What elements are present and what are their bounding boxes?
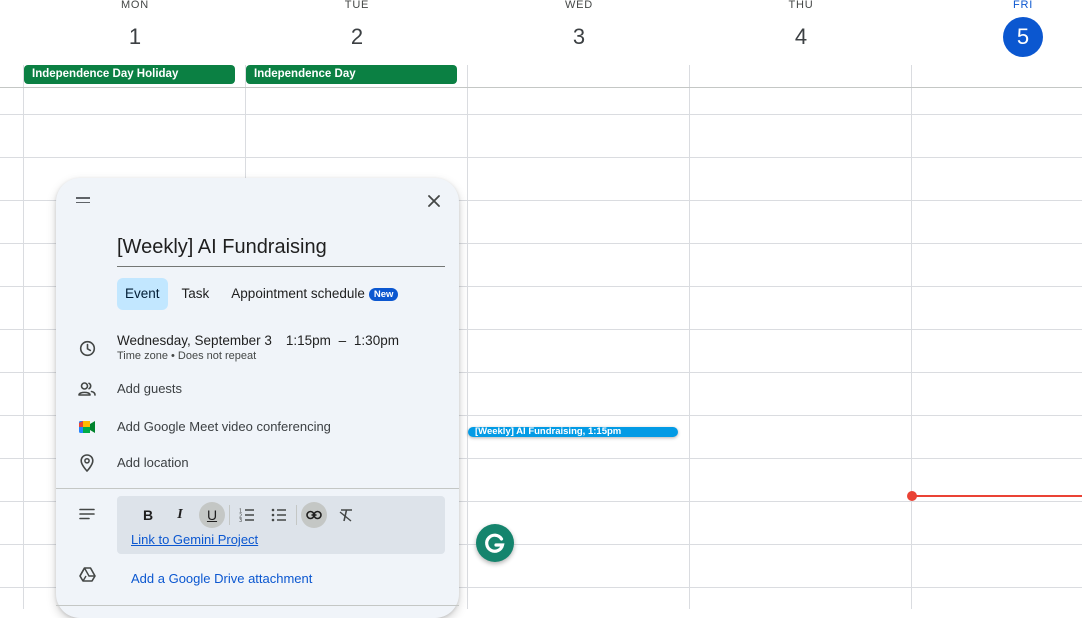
day-number[interactable]: 3: [559, 17, 599, 57]
grid-hour-line: [0, 157, 1082, 158]
description-icon: [78, 505, 96, 523]
grid-column-line: [23, 65, 24, 609]
section-divider: [56, 488, 459, 489]
day-name: FRI: [1012, 0, 1034, 11]
current-time-dot: [907, 491, 917, 501]
add-location-field[interactable]: Add location: [117, 455, 189, 470]
grammarly-icon[interactable]: [476, 524, 514, 562]
new-badge: New: [368, 287, 399, 301]
quick-event-dialog: Event Task Appointment scheduleNew Wedne…: [56, 178, 459, 618]
gemini-project-link[interactable]: Link to Gemini Project: [131, 532, 258, 547]
tab-appointment-schedule[interactable]: Appointment schedule New: [223, 278, 406, 310]
add-drive-attachment-button[interactable]: Add a Google Drive attachment: [131, 571, 312, 586]
tab-label: Appointment schedule: [231, 286, 365, 301]
day-number[interactable]: 2: [337, 17, 377, 57]
grid-column-line: [689, 65, 690, 609]
day-name: TUE: [344, 0, 370, 11]
add-guests-field[interactable]: Add guests: [117, 381, 182, 396]
time-separator: –: [338, 333, 347, 348]
description-editor[interactable]: B I U 123 Link to Gemini Project: [117, 496, 445, 554]
grid-hour-line: [0, 114, 1082, 115]
day-name: MON: [120, 0, 150, 11]
timezone-repeat-text[interactable]: Time zone • Does not repeat: [117, 350, 399, 362]
tab-task[interactable]: Task: [174, 278, 218, 310]
guests-icon: [78, 380, 96, 398]
day-name: WED: [564, 0, 594, 11]
close-icon[interactable]: [423, 190, 445, 212]
event-title-input[interactable]: [117, 232, 445, 267]
timed-event-chip[interactable]: [Weekly] AI Fundraising, 1:15pm: [468, 427, 678, 437]
clear-formatting-icon[interactable]: [333, 502, 359, 528]
day-header-fri[interactable]: FRI 5: [912, 0, 1082, 57]
event-start-time[interactable]: 1:15pm: [286, 333, 331, 348]
clock-icon: [78, 339, 96, 357]
today-day-number[interactable]: 5: [1003, 17, 1043, 57]
event-date[interactable]: Wednesday, September 3: [117, 333, 272, 348]
event-type-tabs: Event Task Appointment schedule New: [117, 278, 412, 310]
grammarly-g-icon: [485, 533, 505, 553]
svg-text:3: 3: [239, 518, 242, 522]
grid-column-line: [911, 65, 912, 609]
google-meet-icon: [78, 418, 96, 436]
section-divider: [56, 605, 459, 606]
google-drive-icon: [78, 565, 96, 583]
add-meet-button[interactable]: Add Google Meet video conferencing: [117, 419, 331, 434]
bold-button[interactable]: B: [135, 502, 161, 528]
link-icon[interactable]: [301, 502, 327, 528]
allday-event-chip[interactable]: Independence Day: [246, 65, 457, 84]
event-datetime[interactable]: Wednesday, September 3 1:15pm – 1:30pm Ti…: [117, 333, 399, 362]
formatting-toolbar: B I U 123: [135, 502, 365, 528]
allday-event-chip[interactable]: Independence Day Holiday: [24, 65, 235, 84]
bulleted-list-icon[interactable]: [266, 502, 292, 528]
allday-divider: [0, 87, 1082, 88]
day-header-thu[interactable]: THU 4: [690, 0, 912, 57]
event-end-time[interactable]: 1:30pm: [354, 333, 399, 348]
toolbar-separator: [229, 505, 230, 525]
underline-button[interactable]: U: [199, 502, 225, 528]
day-number[interactable]: 4: [781, 17, 821, 57]
day-header-tue[interactable]: TUE 2: [246, 0, 468, 57]
current-time-line: [912, 495, 1082, 497]
numbered-list-icon[interactable]: 123: [234, 502, 260, 528]
toolbar-separator: [296, 505, 297, 525]
grid-column-line: [467, 65, 468, 609]
day-name: THU: [788, 0, 814, 11]
drag-handle-icon[interactable]: [76, 197, 90, 205]
day-header-wed[interactable]: WED 3: [468, 0, 690, 57]
day-header-mon[interactable]: MON 1: [24, 0, 246, 57]
location-pin-icon: [78, 454, 96, 472]
italic-button[interactable]: I: [167, 502, 193, 528]
day-number[interactable]: 1: [115, 17, 155, 57]
tab-event[interactable]: Event: [117, 278, 168, 310]
